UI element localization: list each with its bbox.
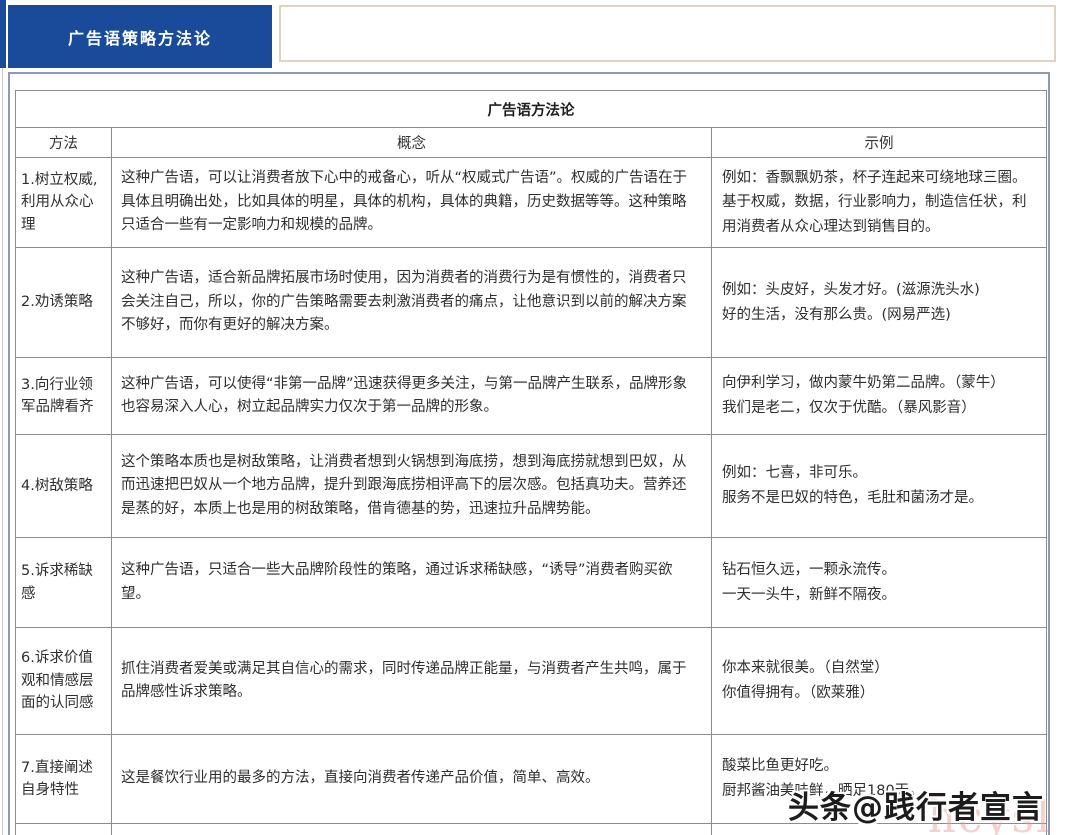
table-row: 7.直接阐述自身特性 这是餐饮行业用的最多的方法，直接向消费者传递产品价值，简单… <box>15 734 1048 824</box>
column-header-method: 方法 <box>15 127 112 158</box>
tab-bar-empty-area <box>279 5 1056 62</box>
table-title: 广告语方法论 <box>14 90 1048 128</box>
example-cell: 钻石恒久远，一颗永流传。 一天一头牛，新鲜不隔夜。 <box>710 537 1048 628</box>
table-row: 2.劝诱策略 这种广告语，适合新品牌拓展市场时使用，因为消费者的消费行为是有惯性… <box>15 247 1048 358</box>
table-row: 3.向行业领军品牌看齐 这种广告语，可以使得“非第一品牌”迅速获得更多关注，与第… <box>15 357 1048 435</box>
method-cell: 7.直接阐述自身特性 <box>15 734 112 824</box>
content-frame: 广告语方法论 方法 概念 示例 1.树立权威,利用从众心理 这种广告语，可以让消… <box>8 72 1050 835</box>
table-row: 5.诉求稀缺感 这种广告语，只适合一些大品牌阶段性的策略，通过诉求稀缺感，“诱导… <box>15 537 1048 628</box>
method-cell: 3.向行业领军品牌看齐 <box>15 357 112 435</box>
table-row: 6.诉求价值观和情感层面的认同感 抓住消费者爱美或满足其自信心的需求，同时传递品… <box>15 627 1048 735</box>
method-cell <box>15 823 112 835</box>
concept-cell: 这是餐饮行业用的最多的方法，直接向消费者传递产品价值，简单、高效。 <box>111 734 712 824</box>
table-title-row: 广告语方法论 <box>14 90 1048 128</box>
left-accent-strip <box>0 0 6 68</box>
concept-cell: 这种广告语，可以让消费者放下心中的戒备心，听从“权威式广告语”。权威的广告语在于… <box>111 157 712 248</box>
column-header-row: 方法 概念 示例 <box>15 127 1048 158</box>
concept-cell <box>111 823 712 835</box>
column-header-concept: 概念 <box>111 127 712 158</box>
concept-cell: 这个策略本质也是树敌策略，让消费者想到火锅想到海底捞，想到海底捞就想到巴奴，从而… <box>111 434 712 538</box>
example-cell <box>710 823 1048 835</box>
example-cell: 例如：七喜，非可乐。 服务不是巴奴的特色，毛肚和菌汤才是。 <box>710 434 1048 538</box>
concept-cell: 这种广告语，可以使得“非第一品牌”迅速获得更多关注，与第一品牌产生联系，品牌形象… <box>111 357 712 435</box>
concept-cell: 这种广告语，只适合一些大品牌阶段性的策略，通过诉求稀缺感，“诱导”消费者购买欲望… <box>111 537 712 628</box>
table-row: 4.树敌策略 这个策略本质也是树敌策略，让消费者想到火锅想到海底捞，想到海底捞就… <box>15 434 1048 538</box>
example-cell: 例如：头皮好，头发才好。(滋源洗头水) 好的生活，没有那么贵。(网易严选) <box>710 247 1048 358</box>
tab-bar: 广告语策略方法论 <box>8 5 1056 68</box>
tab-label: 广告语策略方法论 <box>67 28 212 48</box>
methodology-table: 广告语方法论 方法 概念 示例 1.树立权威,利用从众心理 这种广告语，可以让消… <box>14 90 1048 835</box>
method-cell: 6.诉求价值观和情感层面的认同感 <box>15 627 112 735</box>
column-header-example: 示例 <box>710 127 1048 158</box>
method-cell: 1.树立权威,利用从众心理 <box>15 157 112 248</box>
page-left-edge-line <box>2 0 3 835</box>
tab-ad-slogan-methodology[interactable]: 广告语策略方法论 <box>8 5 272 68</box>
table-row: 1.树立权威,利用从众心理 这种广告语，可以让消费者放下心中的戒备心，听从“权威… <box>15 157 1048 248</box>
concept-cell: 抓住消费者爱美或满足其自信心的需求，同时传递品牌正能量，与消费者产生共鸣，属于品… <box>111 627 712 735</box>
method-cell: 4.树敌策略 <box>15 434 112 538</box>
example-cell: 你本来就很美。（自然堂） 你值得拥有。（欧莱雅） <box>710 627 1048 735</box>
example-cell: 向伊利学习，做内蒙牛奶第二品牌。（蒙牛） 我们是老二，仅次于优酷。（暴风影音） <box>710 357 1048 435</box>
example-cell: 酸菜比鱼更好吃。 厨邦酱油美味鲜，晒足180天。 <box>710 734 1048 824</box>
example-cell: 例如：香飘飘奶茶，杯子连起来可绕地球三圈。基于权威，数据，行业影响力，制造信任状… <box>710 157 1048 248</box>
concept-cell: 这种广告语，适合新品牌拓展市场时使用，因为消费者的消费行为是有惯性的，消费者只会… <box>111 247 712 358</box>
page: 广告语策略方法论 广告语方法论 方法 概念 示例 1.树立权威,利用从众心理 这… <box>0 0 1066 835</box>
table-row <box>15 823 1048 835</box>
method-cell: 2.劝诱策略 <box>15 247 112 358</box>
method-cell: 5.诉求稀缺感 <box>15 537 112 628</box>
